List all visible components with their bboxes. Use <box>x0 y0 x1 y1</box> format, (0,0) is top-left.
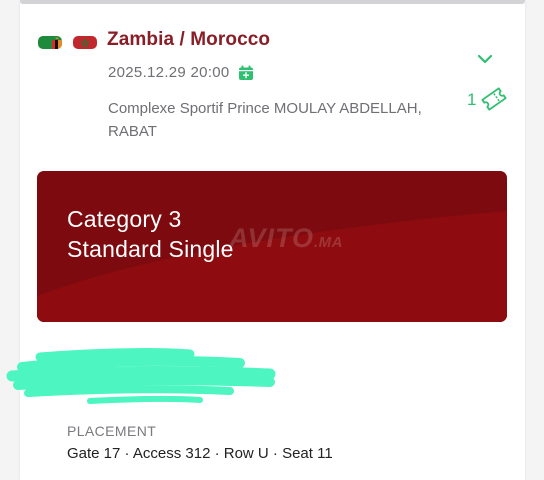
calendar-plus-icon[interactable] <box>238 65 254 81</box>
avito-watermark: AVITO.MA <box>229 223 343 254</box>
match-title: Zambia / Morocco <box>107 29 271 50</box>
placement-value: Gate 17 · Access 312 · Row U · Seat 11 <box>67 445 333 462</box>
ticket-type: Standard Single <box>67 236 234 262</box>
watermark-suffix: .MA <box>314 234 344 251</box>
ticket-category: Category 3 <box>67 206 182 232</box>
ticket-count: 1 <box>467 90 477 109</box>
placement-label: PLACEMENT <box>67 423 157 439</box>
previous-card-edge <box>20 0 525 4</box>
chevron-down-icon[interactable] <box>477 53 493 65</box>
watermark-main: AVITO <box>229 223 315 253</box>
match-venue: Complexe Sportif Prince MOULAY ABDELLAH,… <box>108 100 422 140</box>
zambia-flag-icon <box>38 36 62 49</box>
match-datetime-row: 2025.12.29 20:00 <box>108 64 254 81</box>
ticket-category-text: Category 3 Standard Single <box>67 204 234 264</box>
match-datetime: 2025.12.29 20:00 <box>108 64 230 81</box>
morocco-flag-icon <box>73 36 97 49</box>
redaction-scribble <box>6 348 276 404</box>
ticket-icon[interactable] <box>479 85 509 113</box>
